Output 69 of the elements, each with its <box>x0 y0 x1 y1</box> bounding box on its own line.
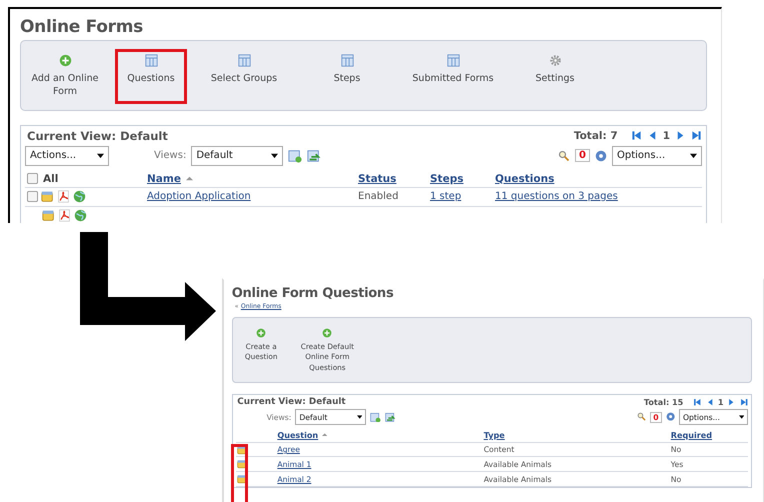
page-number: 1 <box>662 130 670 142</box>
note-icon <box>41 190 54 204</box>
actions-dropdown[interactable]: Actions... <box>25 146 109 166</box>
views-dropdown[interactable]: Default <box>191 146 284 166</box>
last-page-icon[interactable] <box>691 130 702 142</box>
checkbox[interactable] <box>27 191 38 202</box>
prev-page-icon[interactable] <box>706 398 714 406</box>
table-link[interactable]: Adoption Application <box>147 191 251 202</box>
toolbar-button[interactable]: Submitted Forms <box>401 49 505 104</box>
next-page-icon[interactable] <box>727 398 736 406</box>
refresh-view-icon <box>384 412 396 422</box>
filter-count: 0 <box>575 149 590 162</box>
column-header-link[interactable]: Required <box>670 430 712 440</box>
help-icon <box>666 412 676 422</box>
caret-icon <box>97 152 104 160</box>
refresh-view-icon <box>307 148 322 163</box>
table-link[interactable]: 1 step <box>430 191 462 202</box>
column-header-link[interactable]: Question <box>277 430 318 440</box>
view-title: Current View: Default <box>27 128 168 143</box>
page-title: Online Form Questions <box>232 286 394 302</box>
total-count: Total: 7 <box>574 130 618 142</box>
first-page-icon[interactable] <box>630 130 642 142</box>
globe-icon <box>73 190 86 204</box>
add-view-icon <box>288 148 302 163</box>
view-title: Current View: Default <box>237 397 346 408</box>
caret-icon <box>356 414 362 420</box>
toolbar-button[interactable]: Settings <box>513 49 597 104</box>
toolbar-button[interactable]: Add an Online Form <box>23 49 107 104</box>
help-icon <box>595 150 607 162</box>
note-icon <box>42 209 55 222</box>
search-icon <box>636 412 646 422</box>
pdf-icon <box>57 190 70 204</box>
toolbar-button[interactable]: Questions <box>115 49 187 104</box>
first-page-icon[interactable] <box>693 398 702 406</box>
plus-icon <box>58 54 72 67</box>
column-header-link[interactable]: Questions <box>495 172 554 185</box>
next-page-icon[interactable] <box>675 130 686 142</box>
toolbar-button[interactable]: Steps <box>301 49 393 104</box>
options-dropdown[interactable]: Options... <box>612 146 702 166</box>
table-link[interactable]: 11 questions on 3 pages <box>495 191 618 202</box>
views-label: Views: <box>154 150 186 162</box>
select-all-label: All <box>43 172 58 185</box>
toolbar-button[interactable]: Select Groups <box>195 49 293 104</box>
add-view-icon <box>370 412 381 422</box>
checkbox[interactable] <box>27 173 38 184</box>
plus-icon <box>322 328 332 338</box>
table-icon <box>340 54 354 67</box>
table-icon <box>144 54 158 67</box>
column-header-link[interactable]: Name <box>147 172 181 185</box>
search-icon <box>558 150 570 162</box>
column-header-link[interactable]: Status <box>358 172 396 185</box>
table-icon <box>238 54 250 67</box>
column-header-link[interactable]: Type <box>484 430 505 440</box>
column-header-link[interactable]: Steps <box>430 172 464 185</box>
gear-icon <box>548 54 562 67</box>
caret-icon <box>690 152 697 160</box>
last-page-icon[interactable] <box>740 398 748 406</box>
plus-icon <box>256 328 266 338</box>
page-title: Online Forms <box>20 17 144 37</box>
caret-icon <box>738 414 744 420</box>
caret-icon <box>271 152 278 160</box>
sort-icon <box>186 175 193 182</box>
sort-icon <box>322 432 328 438</box>
arrow-icon <box>78 230 218 344</box>
globe-icon <box>74 209 87 222</box>
page-number: 1 <box>718 397 724 408</box>
table-icon <box>446 54 460 67</box>
total-count: Total: 15 <box>644 397 684 408</box>
table-cell: Enabled <box>358 191 398 202</box>
